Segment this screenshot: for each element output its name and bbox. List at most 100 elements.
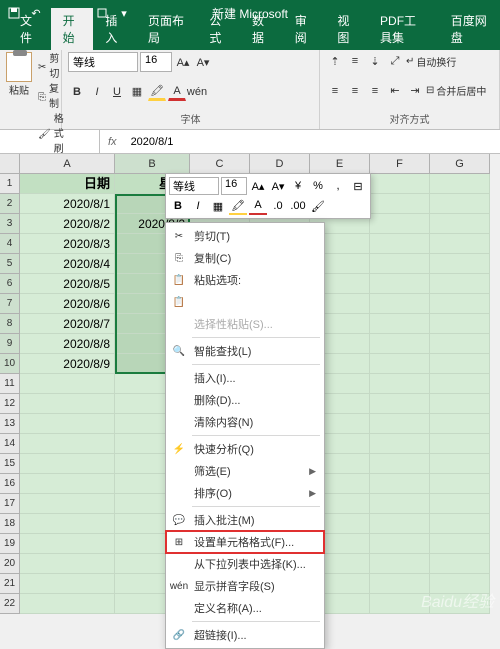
cell[interactable]: 2020/8/9 (20, 354, 115, 374)
cell[interactable] (370, 234, 430, 254)
col-header-E[interactable]: E (310, 154, 370, 174)
row-header[interactable]: 2 (0, 194, 20, 214)
context-menu-item[interactable]: 排序(O)▶ (166, 482, 324, 504)
context-menu-item[interactable]: ✂剪切(T) (166, 225, 324, 247)
context-menu-item[interactable]: ⊞设置单元格格式(F)... (166, 531, 324, 553)
underline-button[interactable]: U (108, 83, 126, 101)
increase-font-icon[interactable]: A▴ (174, 53, 192, 71)
tab-review[interactable]: 审阅 (283, 8, 326, 50)
mini-painter-icon[interactable]: 🖌 (309, 197, 327, 215)
cell[interactable] (370, 534, 430, 554)
row-header[interactable]: 9 (0, 334, 20, 354)
cell[interactable]: 2020/8/3 (20, 234, 115, 254)
mini-bold-button[interactable]: B (169, 197, 187, 215)
tab-layout[interactable]: 页面布局 (136, 8, 197, 50)
row-header[interactable]: 3 (0, 214, 20, 234)
cell[interactable] (430, 354, 490, 374)
row-header[interactable]: 7 (0, 294, 20, 314)
row-header[interactable]: 4 (0, 234, 20, 254)
row-header[interactable]: 22 (0, 594, 20, 614)
merge-button[interactable]: ⊟合并后居中 (426, 83, 486, 98)
context-menu-item[interactable]: 筛选(E)▶ (166, 460, 324, 482)
mini-fontcolor-button[interactable]: A (249, 197, 267, 215)
tab-pdf[interactable]: PDF工具集 (368, 8, 439, 50)
cell[interactable] (370, 214, 430, 234)
fill-color-button[interactable]: 🖍 (148, 83, 166, 101)
cell[interactable] (20, 554, 115, 574)
cell[interactable] (430, 494, 490, 514)
row-header[interactable]: 15 (0, 454, 20, 474)
cell[interactable] (370, 434, 430, 454)
cell[interactable] (370, 294, 430, 314)
pinyin-button[interactable]: wén (188, 83, 206, 101)
copy-button[interactable]: ⎘复制 (38, 82, 64, 112)
cell[interactable] (20, 534, 115, 554)
cell[interactable] (430, 474, 490, 494)
orientation-icon[interactable]: ⤢ (386, 52, 404, 70)
cell[interactable] (430, 414, 490, 434)
cell[interactable] (20, 414, 115, 434)
cell[interactable]: 2020/8/5 (20, 274, 115, 294)
cell[interactable] (370, 174, 430, 194)
mini-fill-button[interactable]: 🖍 (229, 197, 247, 215)
bold-button[interactable]: B (68, 83, 86, 101)
cell[interactable]: 2020/8/2 (20, 214, 115, 234)
font-color-button[interactable]: A (168, 83, 186, 101)
row-header[interactable]: 14 (0, 434, 20, 454)
mini-percent-icon[interactable]: % (309, 177, 327, 195)
cell[interactable] (20, 434, 115, 454)
cut-button[interactable]: ✂剪切 (38, 52, 64, 82)
italic-button[interactable]: I (88, 83, 106, 101)
cell[interactable]: 2020/8/1 (20, 194, 115, 214)
context-menu-item[interactable]: 清除内容(N) (166, 411, 324, 433)
cell[interactable] (430, 194, 490, 214)
align-top-icon[interactable]: ⇡ (326, 52, 344, 70)
cell[interactable] (20, 514, 115, 534)
cell[interactable] (430, 554, 490, 574)
cell[interactable]: 2020/8/7 (20, 314, 115, 334)
cell[interactable] (20, 374, 115, 394)
cell[interactable] (370, 494, 430, 514)
col-header-B[interactable]: B (115, 154, 190, 174)
context-menu-item[interactable]: ⎘复制(C) (166, 247, 324, 269)
tab-home[interactable]: 开始 (51, 8, 94, 50)
cell[interactable] (370, 414, 430, 434)
mini-decimal-inc-icon[interactable]: .0 (269, 197, 287, 215)
row-header[interactable]: 11 (0, 374, 20, 394)
col-header-C[interactable]: C (190, 154, 250, 174)
cell[interactable] (430, 514, 490, 534)
cell[interactable]: 日期 (20, 174, 115, 194)
cell[interactable] (370, 374, 430, 394)
row-header[interactable]: 17 (0, 494, 20, 514)
formula-input[interactable]: 2020/8/1 (125, 136, 500, 148)
cell[interactable] (370, 474, 430, 494)
row-header[interactable]: 6 (0, 274, 20, 294)
mini-border-button[interactable]: ▦ (209, 197, 227, 215)
cell[interactable] (430, 534, 490, 554)
context-menu-item[interactable]: 🔍智能查找(L) (166, 340, 324, 362)
mini-italic-button[interactable]: I (189, 197, 207, 215)
row-header[interactable]: 13 (0, 414, 20, 434)
row-header[interactable]: 12 (0, 394, 20, 414)
context-menu-item[interactable]: 从下拉列表中选择(K)... (166, 553, 324, 575)
row-header[interactable]: 1 (0, 174, 20, 194)
cell[interactable] (430, 314, 490, 334)
tab-view[interactable]: 视图 (325, 8, 368, 50)
indent-increase-icon[interactable]: ⇥ (406, 82, 424, 100)
row-header[interactable]: 20 (0, 554, 20, 574)
cell[interactable] (430, 454, 490, 474)
decrease-font-icon[interactable]: A▾ (194, 53, 212, 71)
cell[interactable] (430, 394, 490, 414)
row-header[interactable]: 18 (0, 514, 20, 534)
mini-currency-icon[interactable]: ¥ (289, 177, 307, 195)
tab-insert[interactable]: 插入 (93, 8, 136, 50)
cell[interactable] (20, 594, 115, 614)
cell[interactable] (430, 294, 490, 314)
row-header[interactable]: 16 (0, 474, 20, 494)
cell[interactable]: 2020/8/4 (20, 254, 115, 274)
context-menu-item[interactable]: 定义名称(A)... (166, 597, 324, 619)
context-menu-item[interactable]: ⚡快速分析(Q) (166, 438, 324, 460)
context-menu-item[interactable]: 删除(D)... (166, 389, 324, 411)
cell[interactable] (370, 394, 430, 414)
cell[interactable] (370, 334, 430, 354)
